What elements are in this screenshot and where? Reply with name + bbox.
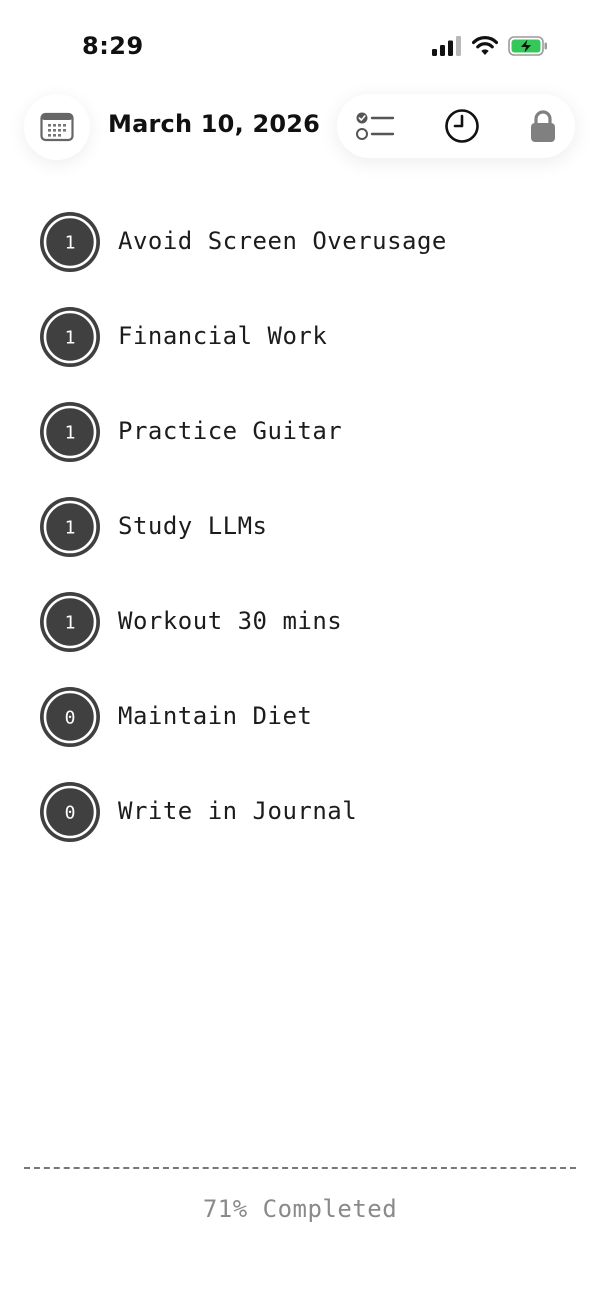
battery-charging-icon: [508, 36, 547, 56]
calendar-button[interactable]: [24, 94, 90, 160]
habit-count: 1: [65, 613, 76, 634]
checklist-button[interactable]: [355, 106, 395, 146]
habit-count-badge[interactable]: 1: [39, 401, 101, 463]
habit-count-badge[interactable]: 1: [39, 211, 101, 273]
habit-item[interactable]: 1 Avoid Screen Overusage: [38, 211, 558, 275]
habit-label: Write in Journal: [118, 797, 358, 825]
habit-count-badge[interactable]: 1: [39, 306, 101, 368]
habit-count-badge[interactable]: 0: [39, 781, 101, 843]
history-button[interactable]: [442, 106, 482, 146]
status-icons: [432, 36, 548, 56]
habit-count-badge[interactable]: 1: [39, 591, 101, 653]
calendar-icon: [40, 112, 74, 142]
dashed-divider: [24, 1167, 576, 1169]
clock-icon: [445, 109, 479, 143]
lock-icon: [531, 110, 555, 142]
habit-label: Practice Guitar: [118, 417, 343, 445]
habit-item[interactable]: 1 Workout 30 mins: [38, 591, 558, 655]
habit-count: 1: [65, 233, 76, 254]
habit-label: Financial Work: [118, 322, 328, 350]
status-time: 8:29: [82, 32, 144, 60]
lock-button[interactable]: [523, 106, 563, 146]
habit-label: Study LLMs: [118, 512, 268, 540]
habit-count: 0: [65, 803, 76, 824]
habit-count: 0: [65, 708, 76, 729]
habit-item[interactable]: 1 Practice Guitar: [38, 401, 558, 465]
habit-item[interactable]: 1 Study LLMs: [38, 496, 558, 560]
cellular-signal-icon: [432, 36, 461, 56]
habit-count-badge[interactable]: 1: [39, 496, 101, 558]
habit-item[interactable]: 1 Financial Work: [38, 306, 558, 370]
status-bar: 8:29: [0, 0, 600, 90]
habit-count: 1: [65, 423, 76, 444]
checklist-icon: [356, 112, 395, 140]
toolbar: [337, 94, 575, 158]
habit-label: Avoid Screen Overusage: [118, 227, 447, 255]
habit-label: Maintain Diet: [118, 702, 313, 730]
header: March 10, 2026: [0, 90, 600, 170]
progress-summary: 71% Completed: [202, 1195, 398, 1223]
habit-count: 1: [65, 328, 76, 349]
habit-item[interactable]: 0 Maintain Diet: [38, 686, 558, 750]
habit-label: Workout 30 mins: [118, 607, 343, 635]
habit-count: 1: [65, 518, 76, 539]
date-title: March 10, 2026: [108, 110, 321, 138]
wifi-icon: [472, 36, 498, 55]
habit-item[interactable]: 0 Write in Journal: [38, 781, 558, 845]
habit-count-badge[interactable]: 0: [39, 686, 101, 748]
